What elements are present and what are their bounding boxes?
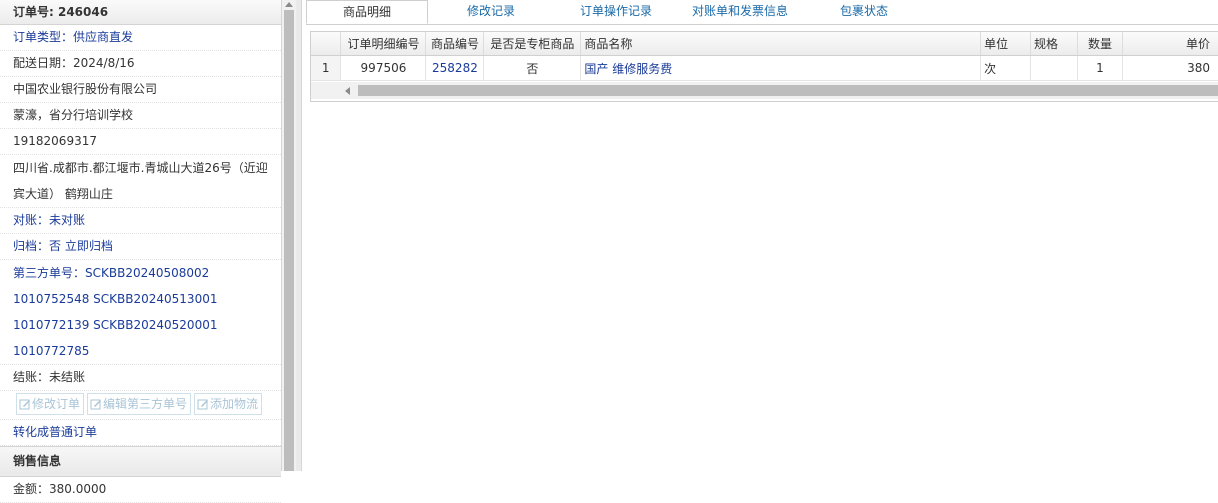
edit-icon	[197, 399, 209, 410]
product-id-link[interactable]: 258282	[425, 55, 485, 81]
panel-splitter[interactable]	[296, 0, 302, 471]
detail-tabs: 商品明细 修改记录 订单操作记录 对账单和发票信息 包裹状态	[306, 0, 1218, 25]
unit-price-cell: 380	[1122, 55, 1218, 81]
tab-product-details[interactable]: 商品明细	[306, 0, 428, 24]
archive-status[interactable]: 归档：否 立即归档	[0, 234, 281, 260]
edit-icon	[90, 399, 102, 410]
table-header-row: 订单明细编号 商品编号 是否是专柜商品 商品名称 单位 规格 数量 单价	[311, 32, 1218, 56]
third-party-numbers: 第三方单号：SCKBB20240508002 1010752548 SCKBB2…	[0, 260, 281, 365]
order-info-panel: 订单号: 246046 订单类型：供应商直发 配送日期：2024/8/16 中国…	[0, 0, 282, 503]
contact-name: 蒙濠，省分行培训学校	[0, 103, 281, 129]
tab-modification-log[interactable]: 修改记录	[428, 0, 554, 24]
order-number-header: 订单号: 246046	[0, 0, 281, 25]
settlement-status: 结账：未结账	[0, 365, 281, 391]
product-detail-grid: 订单明细编号 商品编号 是否是专柜商品 商品名称 单位 规格 数量 单价 1 9…	[310, 31, 1218, 102]
unit-cell: 次	[980, 55, 1032, 81]
convert-normal-order-link[interactable]: 转化成普通订单	[0, 420, 281, 446]
product-name-link[interactable]: 国产 维修服务费	[580, 55, 982, 81]
column-header[interactable]: 单价	[1122, 32, 1218, 56]
column-header[interactable]: 商品编号	[425, 32, 485, 56]
row-number: 1	[311, 55, 342, 81]
order-action-buttons: 修改订单 编辑第三方单号 添加物流	[0, 391, 281, 420]
quantity-cell: 1	[1077, 55, 1123, 81]
scroll-up-arrow-icon[interactable]	[285, 2, 293, 7]
sales-info-header: 销售信息	[0, 446, 281, 477]
delivery-address: 四川省.成都市.都江堰市.青城山大道26号（近迎宾大道） 鹤翔山庄	[0, 155, 281, 208]
tab-package-status[interactable]: 包裹状态	[802, 0, 926, 24]
detail-id-cell: 997506	[340, 55, 427, 81]
column-header[interactable]: 订单明细编号	[340, 32, 427, 56]
amount: 金额：380.0000	[0, 477, 281, 503]
scrollbar-thumb[interactable]	[358, 85, 1218, 96]
edit-icon	[19, 399, 30, 410]
column-header[interactable]: 数量	[1077, 32, 1123, 56]
left-panel-scrollbar[interactable]	[282, 0, 296, 471]
edit-order-label: 修改订单	[32, 397, 81, 411]
edit-third-party-button[interactable]: 编辑第三方单号	[87, 393, 192, 415]
column-header[interactable]: 规格	[1030, 32, 1079, 56]
grid-horizontal-scrollbar[interactable]	[311, 82, 1218, 99]
product-table: 订单明细编号 商品编号 是否是专柜商品 商品名称 单位 规格 数量 单价 1 9…	[311, 32, 1218, 81]
reconcile-status: 对账：未对账	[0, 208, 281, 234]
edit-third-party-label: 编辑第三方单号	[103, 397, 188, 411]
contact-phone: 19182069317	[0, 129, 281, 155]
tab-statement-invoice[interactable]: 对账单和发票信息	[678, 0, 802, 24]
table-row[interactable]: 1 997506 258282 否 国产 维修服务费 次 1 380	[311, 55, 1218, 81]
column-header[interactable]: 商品名称	[580, 32, 982, 56]
rownum-header	[311, 32, 342, 56]
scrollbar-thumb[interactable]	[284, 10, 294, 471]
tab-order-operation-log[interactable]: 订单操作记录	[554, 0, 678, 24]
delivery-date: 配送日期：2024/8/16	[0, 51, 281, 77]
edit-order-button[interactable]: 修改订单	[16, 393, 85, 415]
order-type: 订单类型：供应商直发	[0, 25, 281, 51]
add-logistics-label: 添加物流	[210, 397, 259, 411]
add-logistics-button[interactable]: 添加物流	[194, 393, 263, 415]
is-counter-cell: 否	[483, 55, 582, 81]
scroll-left-arrow-icon[interactable]	[345, 87, 350, 95]
column-header[interactable]: 单位	[980, 32, 1032, 56]
column-header[interactable]: 是否是专柜商品	[483, 32, 582, 56]
spec-cell	[1030, 55, 1079, 81]
company-name: 中国农业银行股份有限公司	[0, 77, 281, 103]
